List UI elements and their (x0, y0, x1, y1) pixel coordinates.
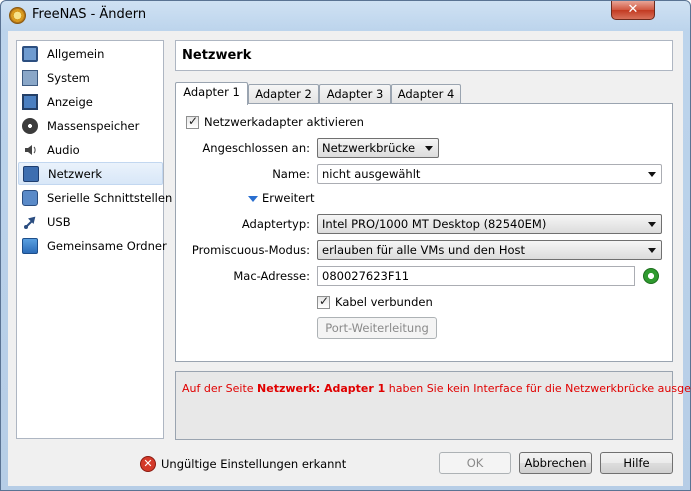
audio-icon (22, 142, 38, 158)
network-icon (23, 166, 39, 182)
sidebar-item-label: Gemeinsame Ordner (47, 239, 167, 253)
usb-icon (22, 214, 38, 230)
sidebar-item-label: Anzeige (47, 95, 93, 109)
title-bar[interactable]: FreeNAS - Ändern ✕ (1, 1, 690, 31)
adapter-type-select[interactable]: Intel PRO/1000 MT Desktop (82540EM) (317, 214, 662, 234)
sidebar-item-label: USB (47, 215, 71, 229)
name-label: Name: (272, 167, 310, 181)
cable-connected-label: Kabel verbunden (335, 295, 433, 309)
cable-connected-checkbox[interactable] (317, 294, 330, 309)
disk-icon (22, 118, 38, 134)
sidebar-item-label: Massenspeicher (47, 119, 140, 133)
chevron-down-icon (648, 222, 656, 227)
chevron-down-icon (648, 248, 656, 253)
advanced-expander[interactable]: Erweitert (262, 191, 315, 205)
interface-name-value: nicht ausgewählt (322, 167, 421, 181)
mac-address-input[interactable]: 080027623F11 (317, 266, 635, 286)
promiscuous-mode-select[interactable]: erlauben für alle VMs und den Host (317, 240, 662, 260)
sidebar-item-usb[interactable]: USB (18, 211, 163, 234)
sidebar-item-storage[interactable]: Massenspeicher (18, 115, 163, 138)
enable-adapter-label: Netzwerkadapter aktivieren (204, 115, 364, 129)
attached-to-select[interactable]: Netzwerkbrücke (317, 138, 439, 158)
validation-message-prefix: Auf der Seite (182, 382, 258, 395)
refresh-mac-icon[interactable] (643, 268, 659, 284)
error-icon: ✕ (140, 456, 156, 472)
validation-message-suffix: haben Sie kein Interface für die Netzwer… (385, 382, 691, 395)
validation-message-page: Netzwerk: Adapter 1 (257, 382, 386, 395)
enable-adapter-checkbox[interactable] (186, 114, 199, 129)
tab-adapter-2[interactable]: Adapter 2 (248, 84, 319, 104)
monitor-icon (22, 46, 38, 62)
settings-sidebar: Allgemein System Anzeige Massenspeicher … (16, 40, 172, 439)
validation-message-box: Auf der Seite Netzwerk: Adapter 1 haben … (175, 371, 691, 440)
chip-icon (22, 70, 38, 86)
sidebar-item-shared-folders[interactable]: Gemeinsame Ordner (18, 235, 167, 258)
interface-name-select[interactable]: nicht ausgewählt (317, 164, 662, 184)
display-icon (22, 94, 38, 110)
folder-icon (22, 238, 38, 254)
attached-to-value: Netzwerkbrücke (322, 141, 416, 155)
sidebar-item-serial-ports[interactable]: Serielle Schnittstellen (18, 187, 172, 210)
sidebar-item-network[interactable]: Netzwerk (18, 162, 163, 185)
mac-address-label: Mac-Adresse: (233, 269, 310, 283)
attached-to-label: Angeschlossen an: (202, 141, 310, 155)
sidebar-item-system[interactable]: System (18, 67, 163, 90)
promiscuous-mode-label: Promiscuous-Modus: (191, 243, 310, 257)
window-title: FreeNAS - Ändern (32, 7, 147, 22)
chevron-down-icon (648, 172, 656, 177)
chevron-down-icon (425, 146, 433, 151)
adapter-panel: Netzwerkadapter aktivieren Angeschlossen… (175, 103, 673, 362)
expand-arrow-icon[interactable] (248, 196, 258, 202)
sidebar-item-label: Netzwerk (48, 167, 103, 181)
page-header: Netzwerk (175, 40, 673, 71)
adapter-type-label: Adaptertyp: (241, 217, 310, 231)
sidebar-item-label: Serielle Schnittstellen (47, 191, 173, 205)
help-button[interactable]: Hilfe (600, 452, 673, 474)
sidebar-item-label: Audio (47, 143, 80, 157)
virtualbox-gear-icon (9, 7, 26, 24)
invalid-settings-status: Ungültige Einstellungen erkannt (161, 457, 347, 471)
tab-adapter-1[interactable]: Adapter 1 (175, 82, 248, 105)
tab-adapter-3[interactable]: Adapter 3 (319, 84, 391, 104)
tab-adapter-4[interactable]: Adapter 4 (391, 84, 461, 104)
page-title: Netzwerk (182, 48, 252, 63)
serial-port-icon (22, 190, 38, 206)
validation-message: Auf der Seite Netzwerk: Adapter 1 haben … (182, 382, 691, 395)
ok-button[interactable]: OK (439, 452, 511, 474)
dialog-client-area: Allgemein System Anzeige Massenspeicher … (8, 31, 691, 486)
port-forwarding-button[interactable]: Port-Weiterleitung (317, 317, 437, 339)
sidebar-item-audio[interactable]: Audio (18, 139, 163, 162)
cancel-button[interactable]: Abbrechen (519, 452, 592, 474)
sidebar-item-display[interactable]: Anzeige (18, 91, 163, 114)
sidebar-item-general[interactable]: Allgemein (18, 43, 163, 66)
sidebar-item-label: Allgemein (47, 47, 105, 61)
adapter-type-value: Intel PRO/1000 MT Desktop (82540EM) (322, 217, 547, 231)
sidebar-item-label: System (47, 71, 90, 85)
promiscuous-mode-value: erlauben für alle VMs und den Host (322, 243, 526, 257)
dialog-window: FreeNAS - Ändern ✕ Allgemein System Anze… (0, 0, 691, 491)
close-button[interactable]: ✕ (611, 1, 655, 20)
